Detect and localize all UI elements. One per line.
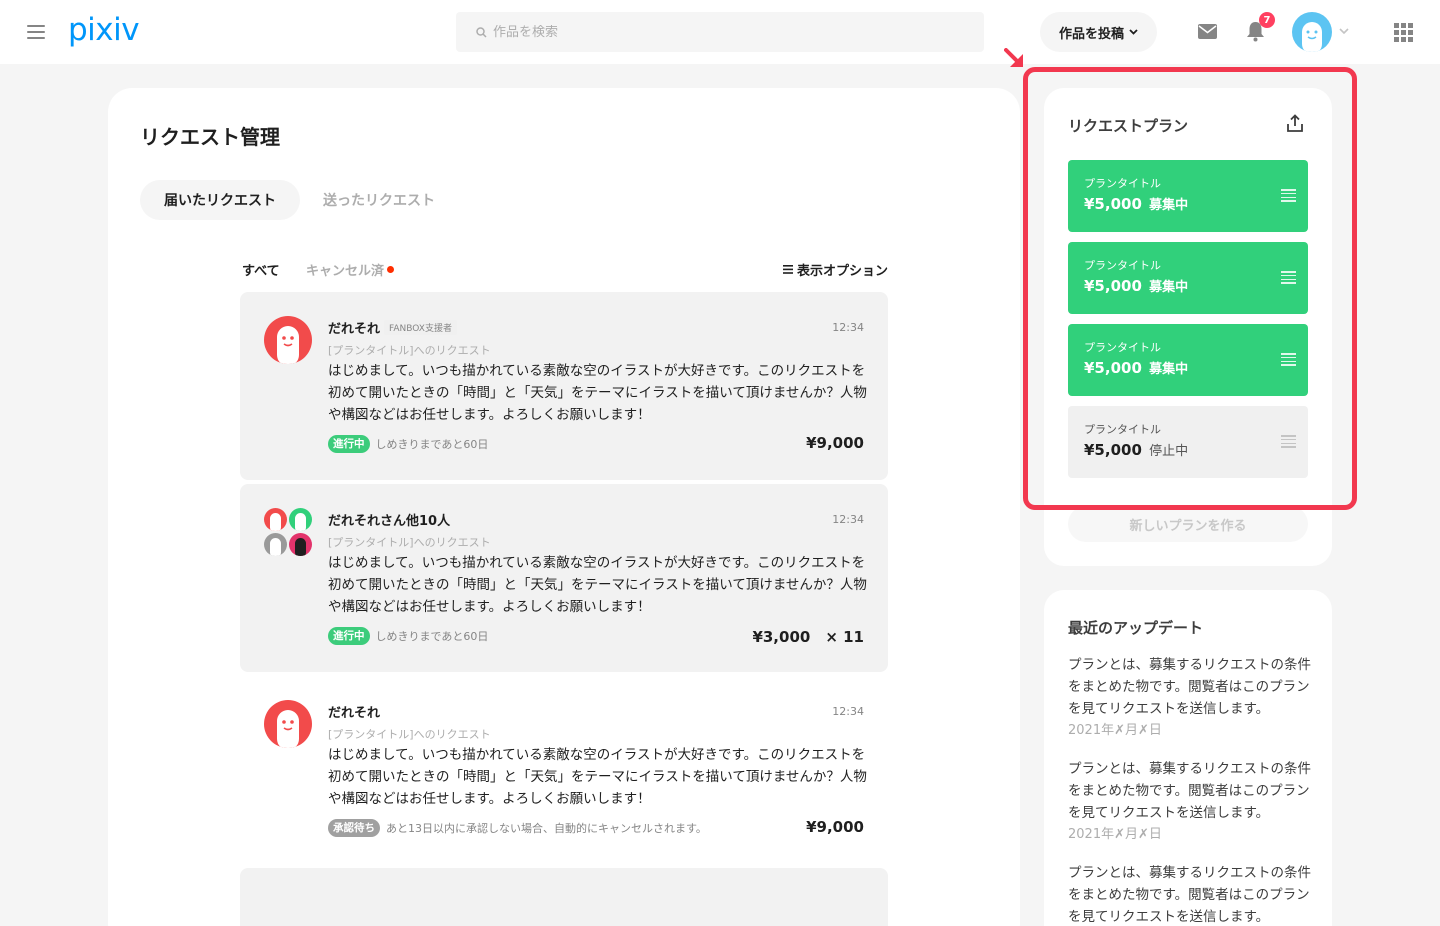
- mail-icon[interactable]: [1198, 24, 1217, 39]
- pixiv-logo[interactable]: pixiv: [68, 12, 140, 48]
- search-input[interactable]: [493, 24, 933, 40]
- status-row: 進行中 しめきりまであと60日: [328, 627, 488, 645]
- avatar: [264, 508, 287, 531]
- tab-received-requests[interactable]: 届いたリクエスト: [140, 180, 300, 220]
- deadline-note: しめきりまであと60日: [375, 438, 489, 451]
- requester-avatar: [264, 700, 312, 748]
- chevron-down-icon: [1129, 29, 1138, 35]
- status-badge: 進行中: [328, 435, 370, 453]
- post-work-button[interactable]: 作品を投稿: [1040, 12, 1157, 52]
- chevron-down-icon[interactable]: [1339, 28, 1349, 34]
- menu-icon[interactable]: [27, 25, 45, 39]
- filter-cancelled-label: キャンセル済: [306, 264, 385, 279]
- status-badge: 承認待ち: [328, 819, 380, 837]
- avatar: [289, 508, 312, 531]
- avatar: [264, 533, 287, 556]
- request-management-panel: リクエスト管理 届いたリクエスト 送ったリクエスト すべて キャンセル済 表示オ…: [108, 88, 1020, 926]
- pointer-arrow-icon: [1004, 48, 1023, 67]
- request-time: 12:34: [832, 705, 864, 718]
- request-body: はじめまして。いつも描かれている素敵な空のイラストが大好きです。このリクエストを…: [328, 555, 867, 615]
- notification-badge: 7: [1259, 12, 1275, 28]
- user-avatar[interactable]: [1292, 12, 1332, 52]
- request-time: 12:34: [832, 513, 864, 526]
- requester-name: だれそれ: [328, 706, 381, 721]
- page-title: リクエスト管理: [140, 125, 280, 149]
- request-price: ¥9,000: [806, 434, 864, 452]
- avatar: [289, 533, 312, 556]
- requester-name: だれそれ FANBOX支援者: [328, 318, 457, 337]
- request-body: はじめまして。いつも描かれている素敵な空のイラストが大好きです。このリクエストを…: [328, 747, 867, 807]
- create-plan-button[interactable]: 新しいプランを作る: [1068, 506, 1308, 542]
- request-item[interactable]: だれそれ 12:34 [プランタイトル]へのリクエスト はじめまして。いつも描か…: [240, 676, 888, 864]
- filter-cancelled[interactable]: キャンセル済: [306, 260, 395, 279]
- update-text: プランとは、募集するリクエストの条件をまとめた物です。閲覧者はこのプランを見てリ…: [1068, 761, 1311, 821]
- plan-reference: [プランタイトル]へのリクエスト: [328, 344, 491, 357]
- updates-title: 最近のアップデート: [1068, 619, 1204, 637]
- search-icon: [476, 26, 487, 38]
- highlight-frame: [1023, 67, 1357, 510]
- request-body: はじめまして。いつも描かれている素敵な空のイラストが大好きです。このリクエストを…: [328, 363, 867, 423]
- request-time: 12:34: [832, 321, 864, 334]
- new-indicator-dot: [387, 266, 395, 273]
- requester-avatar-group: [264, 508, 312, 556]
- apps-grid-icon[interactable]: [1394, 23, 1413, 42]
- plan-reference: [プランタイトル]へのリクエスト: [328, 728, 491, 741]
- display-options-label: 表示オプション: [796, 264, 888, 279]
- display-options-button[interactable]: 表示オプション: [782, 260, 888, 279]
- requester-name: だれそれさん他10人: [328, 514, 451, 529]
- update-text: プランとは、募集するリクエストの条件をまとめた物です。閲覧者はこのプランを見てリ…: [1068, 865, 1311, 925]
- request-price: ¥9,000: [806, 818, 864, 836]
- update-date: 2021年✗月✗日: [1068, 723, 1162, 738]
- filter-all[interactable]: すべて: [242, 260, 280, 279]
- top-bar: pixiv 作品を投稿 7: [0, 0, 1440, 64]
- deadline-note: しめきりまであと60日: [375, 630, 489, 643]
- requester-avatar: [264, 316, 312, 364]
- update-item[interactable]: プランとは、募集するリクエストの条件をまとめた物です。閲覧者はこのプランを見てリ…: [1068, 654, 1312, 742]
- post-work-label: 作品を投稿: [1058, 26, 1124, 42]
- auto-cancel-note: あと13日以内に承認しない場合、自動的にキャンセルされます。: [386, 822, 707, 835]
- request-price: ¥3,000 × 11: [752, 628, 864, 646]
- filter-bar: すべて キャンセル済 表示オプション: [242, 258, 888, 279]
- status-badge: 進行中: [328, 627, 370, 645]
- status-row: 進行中 しめきりまであと60日: [328, 435, 488, 453]
- tab-sent-requests[interactable]: 送ったリクエスト: [312, 180, 446, 220]
- recent-updates-panel: 最近のアップデート プランとは、募集するリクエストの条件をまとめた物です。閲覧者…: [1044, 590, 1332, 926]
- request-item[interactable]: だれそれさん他10人 12:34 [プランタイトル]へのリクエスト はじめまして…: [240, 484, 888, 672]
- search-bar[interactable]: [456, 12, 984, 52]
- update-text: プランとは、募集するリクエストの条件をまとめた物です。閲覧者はこのプランを見てリ…: [1068, 657, 1311, 717]
- request-item[interactable]: [240, 868, 888, 926]
- update-item[interactable]: プランとは、募集するリクエストの条件をまとめた物です。閲覧者はこのプランを見てリ…: [1068, 758, 1312, 846]
- request-item[interactable]: だれそれ FANBOX支援者 12:34 [プランタイトル]へのリクエスト はじめ…: [240, 292, 888, 480]
- requester-name-text: だれそれ: [328, 322, 381, 337]
- list-icon: [782, 265, 793, 274]
- update-item[interactable]: プランとは、募集するリクエストの条件をまとめた物です。閲覧者はこのプランを見てリ…: [1068, 862, 1312, 926]
- status-row: 承認待ち あと13日以内に承認しない場合、自動的にキャンセルされます。: [328, 819, 707, 837]
- fanbox-supporter-tag: FANBOX支援者: [384, 320, 457, 335]
- plan-reference: [プランタイトル]へのリクエスト: [328, 536, 491, 549]
- update-date: 2021年✗月✗日: [1068, 827, 1162, 842]
